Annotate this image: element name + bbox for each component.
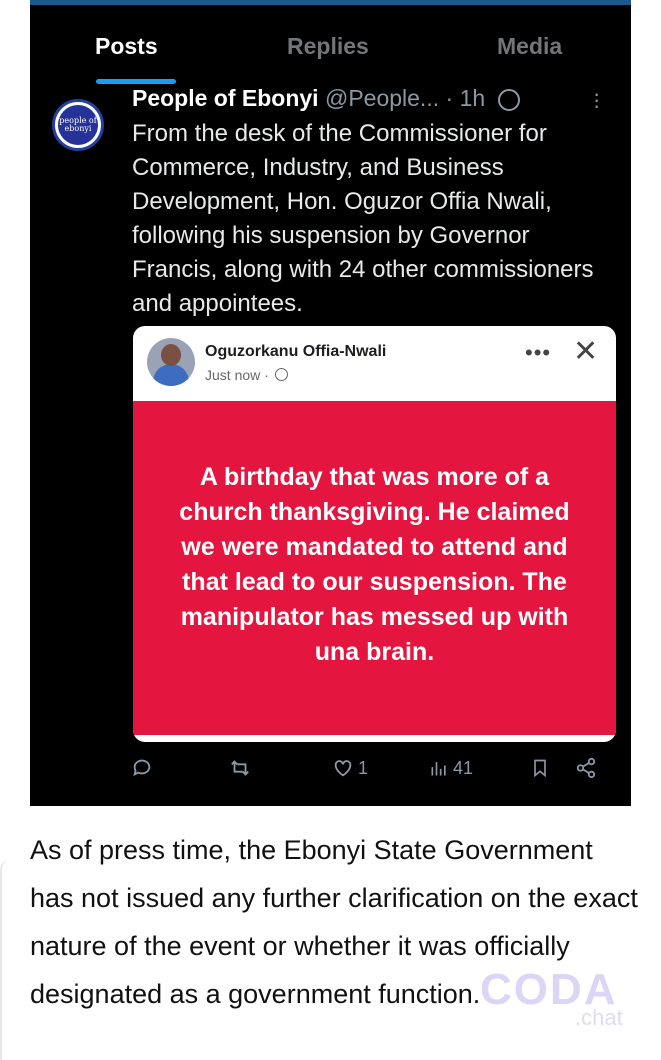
views-icon	[431, 762, 446, 776]
post-body: From the desk of the Commissioner for Co…	[132, 120, 594, 317]
share-button[interactable]	[575, 757, 597, 779]
embedded-status-message: A birthday that was more of a church tha…	[179, 463, 570, 666]
tab-media[interactable]: Media	[497, 33, 562, 60]
embedded-status-background: A birthday that was more of a church tha…	[133, 401, 616, 735]
like-count: 1	[358, 757, 369, 778]
post-header: People of Ebonyi @People... · 1h	[132, 85, 602, 119]
post-actions: 1 41	[30, 757, 631, 787]
embedded-more-icon: •••	[525, 340, 552, 365]
reply-button[interactable]	[131, 757, 153, 779]
globe-icon	[274, 368, 288, 381]
tab-posts[interactable]: Posts	[95, 33, 158, 60]
embedded-time-text: Just now ·	[205, 367, 269, 383]
avatar[interactable]: people of ebonyi	[52, 99, 104, 151]
bookmark-button[interactable]	[530, 757, 550, 779]
embedded-close-icon: ✕	[573, 335, 599, 368]
tab-replies[interactable]: Replies	[287, 33, 369, 60]
share-icon	[576, 757, 596, 779]
author-name[interactable]: People of Ebonyi	[132, 85, 319, 111]
embedded-post-image[interactable]: Oguzorkanu Offia-Nwali Just now · ••• ✕ …	[133, 326, 616, 742]
embedded-author-name: Oguzorkanu Offia-Nwali	[205, 343, 387, 360]
avatar-logo: people of ebonyi	[58, 105, 98, 145]
watermark-domain: .chat	[575, 1005, 623, 1030]
retweet-icon	[231, 760, 249, 776]
left-edge-decoration	[0, 860, 14, 1060]
bookmark-icon	[534, 759, 546, 778]
reply-icon	[133, 759, 151, 777]
profile-tabs: Posts Replies Media	[30, 5, 631, 85]
retweet-button[interactable]	[228, 757, 252, 779]
more-options-icon[interactable]: · · ·	[593, 83, 600, 117]
heart-icon	[334, 760, 352, 777]
post-time: 1h	[459, 85, 486, 111]
embedded-avatar	[147, 338, 195, 386]
like-button[interactable]: 1	[332, 757, 368, 779]
views-count: 41	[453, 757, 474, 778]
embedded-post-time: Just now ·	[205, 367, 288, 383]
grok-icon[interactable]	[497, 88, 520, 111]
views-button[interactable]: 41	[429, 757, 473, 779]
author-handle[interactable]: @People...	[325, 85, 439, 111]
active-tab-indicator	[96, 79, 176, 84]
tweet-screenshot: Posts Replies Media people of ebonyi Peo…	[30, 5, 631, 806]
watermark-logo: CODA .chat	[480, 965, 640, 1035]
separator-dot: ·	[445, 85, 454, 111]
